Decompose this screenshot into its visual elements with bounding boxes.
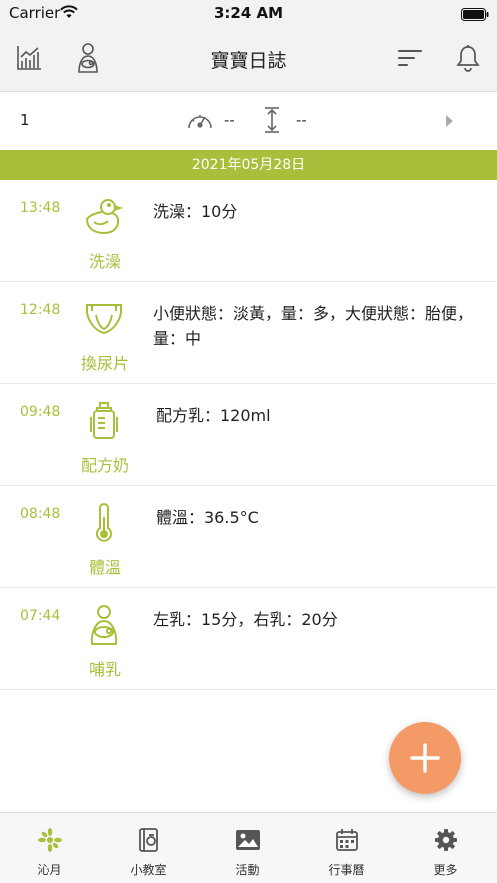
log-entry[interactable]: 08:48 體溫 體溫：36.5°C <box>0 486 497 588</box>
book-icon <box>99 827 198 853</box>
summary-row: 1 -- -- <box>0 92 497 150</box>
tab-activities[interactable]: 活動 <box>198 813 297 883</box>
log-entry-list: 13:48 洗澡 洗澡：10分 12:48 換尿片 小便狀態：淡黃，量：多，大便… <box>0 180 497 690</box>
speedometer-icon <box>186 108 214 136</box>
battery-icon <box>461 6 489 25</box>
entry-time: 13:48 <box>20 200 61 216</box>
entry-detail: 左乳：15分，右乳：20分 <box>153 610 338 629</box>
add-entry-button[interactable] <box>389 722 461 794</box>
tab-more[interactable]: 更多 <box>396 813 495 883</box>
sort-filter-icon[interactable] <box>394 41 426 75</box>
log-entry[interactable]: 12:48 換尿片 小便狀態：淡黃，量：多，大便狀態：胎便，量：中 <box>0 282 497 384</box>
tab-calendar[interactable]: 行事曆 <box>297 813 396 883</box>
speed-value: -- <box>224 111 235 129</box>
entry-detail: 小便狀態：淡黃，量：多，大便狀態：胎便，量：中 <box>153 304 474 348</box>
log-entry[interactable]: 07:44 哺乳 左乳：15分，右乳：20分 <box>0 588 497 690</box>
tab-label: 行事曆 <box>328 863 365 877</box>
duck-icon <box>83 196 125 238</box>
entry-detail: 配方乳：120ml <box>156 406 271 425</box>
navigation-bar: 寶寶日誌 <box>0 26 497 92</box>
status-time: 3:24 AM <box>213 4 284 22</box>
tab-bar: 沁月 小教室 活動 行事曆 更多 <box>0 812 497 883</box>
tab-home[interactable]: 沁月 <box>0 813 99 883</box>
breastfeeding-icon <box>83 604 125 646</box>
entry-time: 08:48 <box>20 506 61 522</box>
tab-label: 活動 <box>235 863 260 877</box>
log-entry[interactable]: 13:48 洗澡 洗澡：10分 <box>0 180 497 282</box>
entry-label: 配方奶 <box>80 456 129 475</box>
entry-time: 07:44 <box>20 608 61 624</box>
status-bar: Carrier 3:24 AM <box>0 0 497 26</box>
bottle-icon <box>83 400 125 442</box>
entry-detail: 體溫：36.5°C <box>156 508 259 527</box>
entry-label: 洗澡 <box>88 252 121 271</box>
height-icon <box>262 106 282 138</box>
diaper-icon <box>83 298 125 340</box>
day-count: 1 <box>20 111 30 129</box>
date-bar[interactable]: 2021年05月28日 <box>0 150 497 180</box>
plus-icon <box>410 743 440 773</box>
tab-label: 沁月 <box>37 863 62 877</box>
entry-label: 哺乳 <box>88 660 121 679</box>
height-value: -- <box>296 111 307 129</box>
gear-icon <box>396 827 495 853</box>
sprout-icon <box>0 827 99 853</box>
log-entry[interactable]: 09:48 配方奶 配方乳：120ml <box>0 384 497 486</box>
bell-icon[interactable] <box>452 41 484 75</box>
tab-classroom[interactable]: 小教室 <box>99 813 198 883</box>
tab-label: 更多 <box>433 863 458 877</box>
entry-time: 09:48 <box>20 404 61 420</box>
thermometer-icon <box>83 502 125 544</box>
calendar-icon <box>297 827 396 853</box>
next-arrow-icon[interactable] <box>444 113 454 132</box>
entry-detail: 洗澡：10分 <box>153 202 238 221</box>
entry-time: 12:48 <box>20 302 61 318</box>
entry-label: 換尿片 <box>80 354 129 373</box>
entry-label: 體溫 <box>88 558 121 577</box>
tab-label: 小教室 <box>130 863 167 877</box>
image-icon <box>198 827 297 853</box>
